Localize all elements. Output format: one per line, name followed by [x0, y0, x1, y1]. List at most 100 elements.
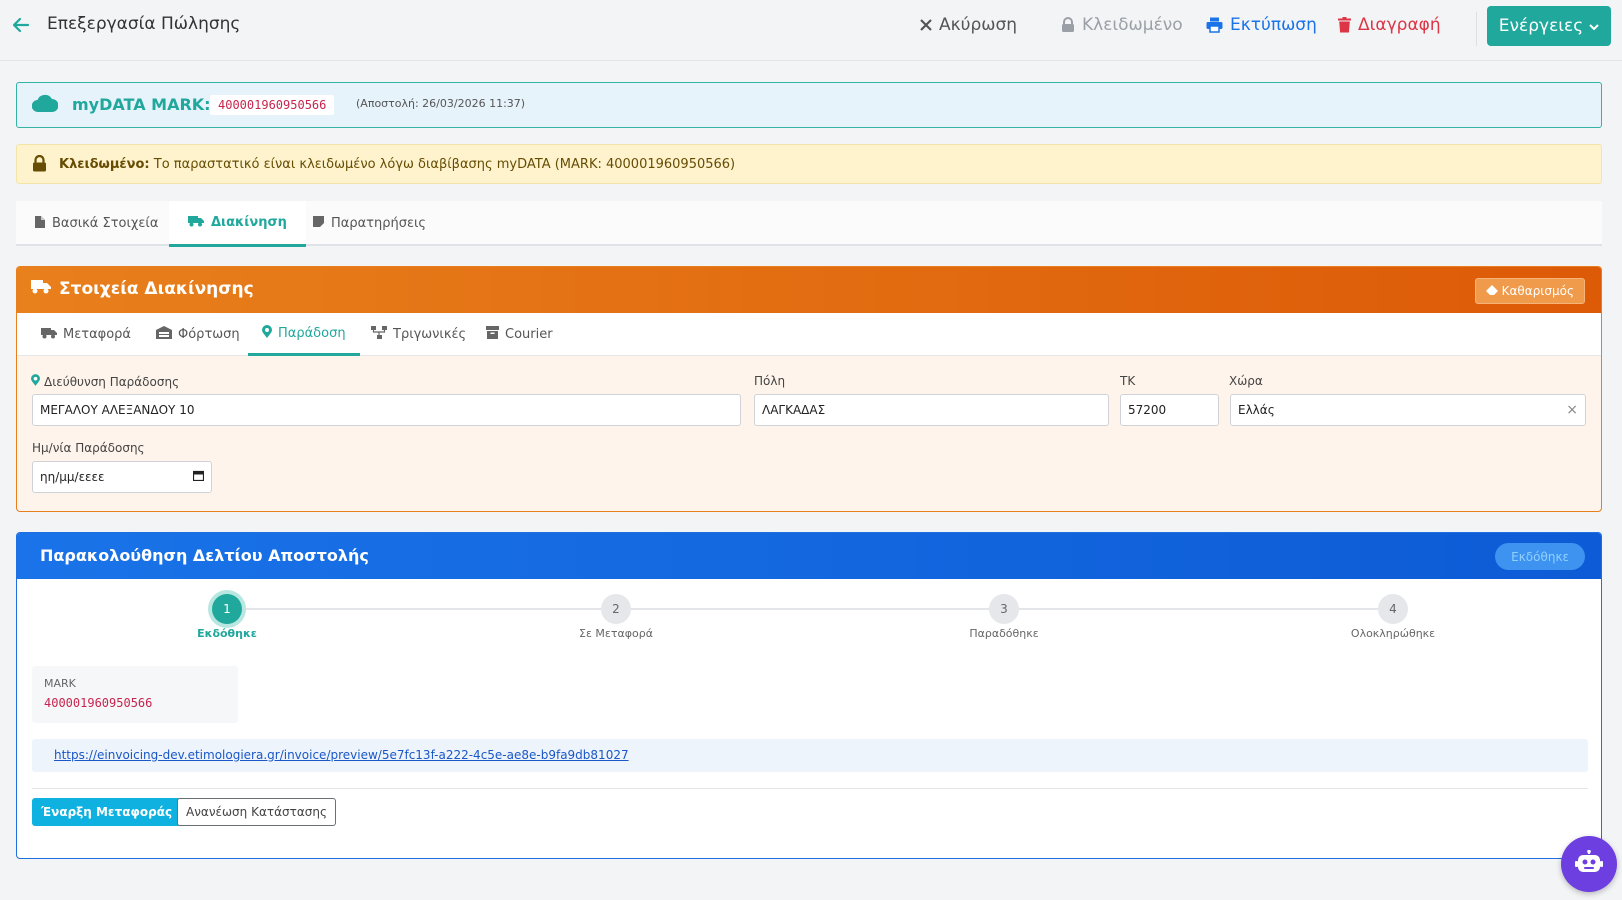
print-label: Εκτύπωση	[1230, 15, 1317, 35]
subtab-triangular[interactable]: Τριγωνικές	[357, 313, 480, 356]
address-input[interactable]: ΜΕΓΑΛΟΥ ΑΛΕΞΑΝΔΟΥ 10	[32, 394, 741, 426]
mark-info-box: MARK 400001960950566	[32, 666, 238, 723]
subtab-courier[interactable]: Courier	[472, 313, 567, 356]
delivery-date-label: Ημ/νία Παράδοσης	[32, 441, 145, 455]
chatbot-button[interactable]	[1561, 836, 1617, 892]
mydata-sent-timestamp: (Αποστολή: 26/03/2026 11:37)	[356, 97, 526, 110]
delivery-date-input[interactable]: ηη/μμ/εεεε	[32, 461, 212, 493]
trash-icon	[1338, 17, 1351, 33]
subtab-loading[interactable]: Φόρτωση	[142, 313, 254, 356]
movement-card-header: Στοιχεία Διακίνησης Καθαρισμός	[17, 267, 1601, 313]
mydata-mark-label: myDATA MARK:	[72, 95, 211, 114]
city-label: Πόλη	[754, 374, 786, 388]
tab-label: Βασικά Στοιχεία	[52, 216, 159, 231]
close-icon	[920, 19, 932, 31]
clear-label: Καθαρισμός	[1501, 284, 1574, 298]
map-marker-icon	[31, 374, 40, 389]
clear-selection-icon[interactable]: ×	[1566, 402, 1578, 418]
cloud-icon	[31, 94, 59, 116]
cancel-label: Ακύρωση	[939, 15, 1018, 35]
lock-notice-strong: Κλειδωμένο:	[59, 157, 150, 172]
step-4-label: Ολοκληρώθηκε	[1350, 627, 1436, 640]
city-input[interactable]: ΛΑΓΚΑΔΑΣ	[754, 394, 1109, 426]
printer-icon	[1206, 17, 1223, 33]
subtab-label: Φόρτωση	[178, 327, 240, 342]
main-tabs: Βασικά Στοιχεία Διακίνηση Παρατηρήσεις	[16, 201, 1602, 247]
progress-track-line	[222, 608, 1383, 610]
clear-button[interactable]: Καθαρισμός	[1474, 278, 1585, 304]
lock-notice: Κλειδωμένο: Το παραστατικό είναι κλειδωμ…	[16, 144, 1602, 184]
warehouse-icon	[156, 326, 172, 343]
note-icon	[313, 216, 324, 231]
subtab-label: Παράδοση	[278, 325, 346, 341]
tab-label: Παρατηρήσεις	[331, 216, 427, 231]
step-1-label: Εκδόθηκε	[197, 627, 257, 640]
eraser-icon	[1485, 284, 1498, 298]
locked-label: Κλειδωμένο	[1082, 15, 1183, 35]
back-arrow-icon[interactable]	[10, 14, 32, 36]
delete-button[interactable]: Διαγραφή	[1338, 15, 1441, 35]
mydata-mark-banner: myDATA MARK: 400001960950566 (Αποστολή: …	[16, 82, 1602, 128]
robot-icon	[1575, 849, 1603, 878]
invoice-preview-link[interactable]: https://einvoicing-dev.etimologiera.gr/i…	[54, 748, 629, 762]
step-3-dot: 3	[989, 594, 1019, 624]
step-2-dot: 2	[601, 594, 631, 624]
cancel-button[interactable]: Ακύρωση	[920, 15, 1017, 35]
movement-card: Στοιχεία Διακίνησης Καθαρισμός Μεταφορά …	[16, 266, 1602, 512]
country-label: Χώρα	[1229, 374, 1263, 388]
subtab-label: Courier	[505, 327, 553, 342]
tab-label: Διακίνηση	[211, 215, 287, 230]
subtab-delivery[interactable]: Παράδοση	[248, 313, 360, 356]
preview-link-box: https://einvoicing-dev.etimologiera.gr/i…	[32, 739, 1588, 772]
delete-label: Διαγραφή	[1358, 15, 1441, 35]
movement-subtabs: Μεταφορά Φόρτωση Παράδοση Τριγωνικές Cou…	[17, 313, 1601, 356]
movement-title-text: Στοιχεία Διακίνησης	[59, 279, 254, 299]
refresh-status-button[interactable]: Ανανέωση Κατάστασης	[177, 798, 336, 826]
delivery-date-placeholder: ηη/μμ/εεεε	[40, 470, 105, 484]
lock-icon	[32, 154, 47, 176]
locked-button: Κλειδωμένο	[1061, 15, 1183, 35]
truck-icon	[31, 279, 51, 299]
map-marker-icon	[262, 324, 272, 342]
address-label-text: Διεύθυνση Παράδοσης	[44, 374, 180, 389]
step-1-dot: 1	[212, 594, 242, 624]
tracking-card-header: Παρακολούθηση Δελτίου Αποστολής Εκδόθηκε	[17, 533, 1601, 579]
lock-notice-text: Κλειδωμένο: Το παραστατικό είναι κλειδωμ…	[59, 157, 735, 172]
top-bar: Επεξεργασία Πώλησης Ακύρωση Κλειδωμένο Ε…	[0, 0, 1622, 61]
toolbar-divider	[1476, 12, 1477, 46]
mydata-mark-code: 400001960950566	[210, 95, 335, 115]
country-value: Ελλάς	[1238, 403, 1275, 417]
start-transport-button[interactable]: Έναρξη Μεταφοράς	[32, 798, 182, 826]
step-4-dot: 4	[1378, 594, 1408, 624]
country-select[interactable]: Ελλάς ×	[1230, 394, 1586, 426]
zip-input[interactable]: 57200	[1120, 394, 1219, 426]
subtab-label: Τριγωνικές	[393, 327, 467, 342]
tab-basic-info[interactable]: Βασικά Στοιχεία	[16, 201, 177, 246]
address-label: Διεύθυνση Παράδοσης	[31, 374, 179, 389]
divider	[32, 788, 1588, 789]
tab-movement[interactable]: Διακίνηση	[169, 201, 306, 247]
mark-value: 400001960950566	[44, 696, 153, 710]
print-button[interactable]: Εκτύπωση	[1206, 15, 1317, 35]
step-2-label: Σε Μεταφορά	[579, 627, 653, 640]
calendar-icon[interactable]	[192, 470, 205, 484]
box-icon	[486, 326, 499, 343]
tracking-card: Παρακολούθηση Δελτίου Αποστολής Εκδόθηκε…	[16, 532, 1602, 859]
step-3-label: Παραδόθηκε	[969, 627, 1039, 640]
chevron-down-icon	[1589, 16, 1599, 36]
truck-icon	[41, 327, 57, 343]
page-title: Επεξεργασία Πώλησης	[47, 14, 241, 34]
truck-icon	[188, 215, 204, 231]
subtab-label: Μεταφορά	[63, 327, 131, 342]
sitemap-icon	[371, 326, 387, 343]
document-icon	[35, 215, 45, 232]
status-badge: Εκδόθηκε	[1495, 543, 1585, 570]
tracking-title: Παρακολούθηση Δελτίου Αποστολής	[40, 546, 369, 565]
movement-card-title: Στοιχεία Διακίνησης	[31, 279, 254, 299]
actions-dropdown-button[interactable]: Ενέργειες	[1487, 6, 1611, 46]
tab-notes[interactable]: Παρατηρήσεις	[294, 201, 445, 246]
lock-notice-message: Το παραστατικό είναι κλειδωμένο λόγω δια…	[153, 157, 736, 172]
subtab-transport[interactable]: Μεταφορά	[27, 313, 145, 356]
lock-icon	[1061, 17, 1075, 33]
mark-label: MARK	[44, 677, 76, 690]
